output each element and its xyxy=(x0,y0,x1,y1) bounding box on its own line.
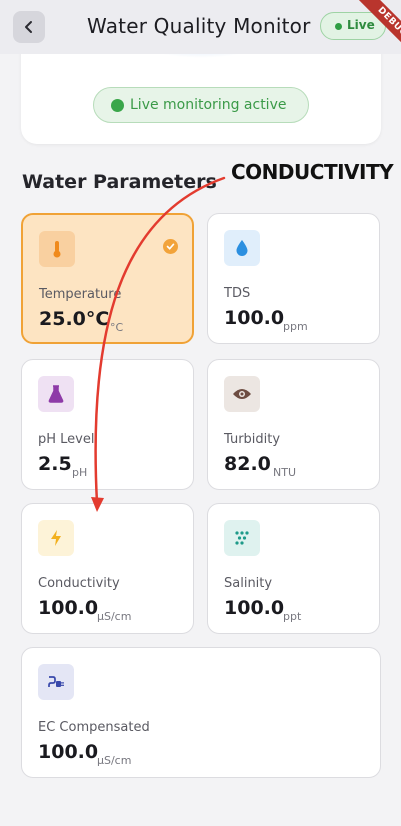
parameter-unit: μS/cm xyxy=(97,754,132,767)
page-title: Water Quality Monitor xyxy=(87,14,311,38)
parameter-name: TDS xyxy=(224,286,251,301)
parameter-card-tds[interactable]: TDS 100.0 ppm xyxy=(207,213,380,344)
parameter-card-ph-level[interactable]: pH Level 2.5 pH xyxy=(21,359,194,490)
live-dot-icon xyxy=(335,23,342,30)
live-monitoring-text: Live monitoring active xyxy=(130,97,287,113)
parameter-value: 2.5 xyxy=(38,453,72,475)
parameter-unit: NTU xyxy=(273,466,296,479)
parameter-card-temperature[interactable]: Temperature 25.0°C °C xyxy=(21,213,194,344)
parameter-unit: μS/cm xyxy=(97,610,132,623)
parameter-unit: °C xyxy=(110,321,124,334)
parameter-value: 100.0 xyxy=(224,307,285,329)
annotation-label: CONDUCTIVITY xyxy=(231,160,394,184)
parameter-name: Turbidity xyxy=(224,432,281,447)
check-icon xyxy=(163,239,178,254)
parameter-name: pH Level xyxy=(38,432,95,447)
grain-icon xyxy=(224,520,260,556)
water-drop-icon xyxy=(224,230,260,266)
parameter-value: 82.0 xyxy=(224,453,271,475)
electrical-plug-icon xyxy=(38,664,74,700)
live-monitoring-pill: Live monitoring active xyxy=(93,87,309,123)
section-title: Water Parameters xyxy=(22,171,217,193)
parameter-name: Temperature xyxy=(39,287,122,302)
thermometer-icon xyxy=(39,231,75,267)
parameter-card-conductivity[interactable]: Conductivity 100.0 μS/cm xyxy=(21,503,194,634)
parameter-value: 100.0 xyxy=(38,741,99,763)
parameter-unit: ppm xyxy=(283,320,308,333)
parameter-value: 100.0 xyxy=(224,597,285,619)
parameter-card-turbidity[interactable]: Turbidity 82.0 NTU xyxy=(207,359,380,490)
parameter-name: Salinity xyxy=(224,576,273,591)
bolt-icon xyxy=(38,520,74,556)
green-circle-icon xyxy=(111,99,124,112)
chevron-left-icon xyxy=(25,21,32,33)
status-card: Live monitoring active xyxy=(21,40,381,144)
app-bar: Water Quality Monitor Live xyxy=(0,0,401,54)
live-badge-label: Live xyxy=(347,18,375,32)
parameter-name: Conductivity xyxy=(38,576,120,591)
parameter-value: 25.0°C xyxy=(39,308,110,330)
parameter-card-ec-compensated[interactable]: EC Compensated 100.0 μS/cm xyxy=(21,647,381,778)
parameter-name: EC Compensated xyxy=(38,720,150,735)
parameter-card-salinity[interactable]: Salinity 100.0 ppt xyxy=(207,503,380,634)
eye-icon xyxy=(224,376,260,412)
back-button[interactable] xyxy=(13,11,45,43)
parameter-value: 100.0 xyxy=(38,597,99,619)
flask-icon xyxy=(38,376,74,412)
parameter-unit: ppt xyxy=(283,610,302,623)
parameter-unit: pH xyxy=(72,466,88,479)
